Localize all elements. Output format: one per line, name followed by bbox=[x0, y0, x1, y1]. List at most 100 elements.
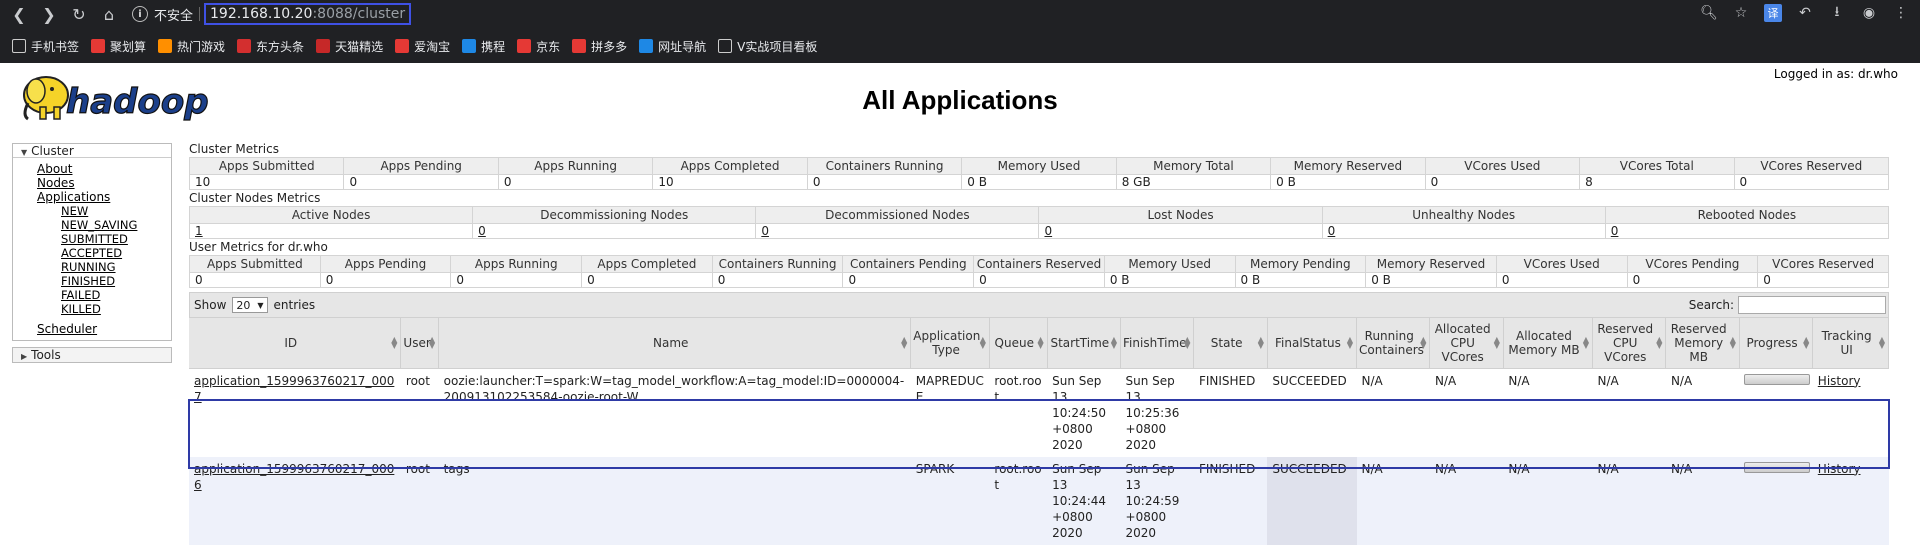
column-header[interactable]: Name ▲ ▼ bbox=[438, 318, 912, 369]
page-size-select[interactable]: 20 ▼ bbox=[232, 297, 268, 313]
metric-header: Apps Pending bbox=[343, 157, 499, 175]
bookmark-favicon-icon bbox=[237, 39, 252, 53]
metric-link[interactable]: 0 bbox=[761, 224, 769, 238]
column-header[interactable]: Allocated Memory MB ▲ ▼ bbox=[1503, 318, 1594, 369]
bookmark-item[interactable]: 京东 bbox=[517, 38, 560, 55]
metric-cell: 0 bbox=[1424, 174, 1581, 190]
bookmark-item[interactable]: V实战项目看板 bbox=[718, 38, 817, 55]
metric-header: Memory Used bbox=[961, 157, 1117, 175]
bookmark-item[interactable]: 天猫精选 bbox=[316, 38, 383, 55]
bookmark-favicon-icon bbox=[639, 39, 654, 53]
translate-icon[interactable]: 译 bbox=[1762, 2, 1784, 24]
column-header[interactable]: FinishTime ▲ ▼ bbox=[1120, 318, 1195, 369]
metric-header: Containers Pending bbox=[842, 255, 975, 273]
bookmark-item[interactable]: 携程 bbox=[462, 38, 505, 55]
cell-tracking: History bbox=[1812, 456, 1889, 545]
history-link[interactable]: History bbox=[1818, 374, 1861, 388]
sidebar-item-applications[interactable]: Applications bbox=[37, 190, 171, 204]
sidebar-state-link[interactable]: KILLED bbox=[61, 302, 171, 316]
metric-link[interactable]: 0 bbox=[1044, 224, 1052, 238]
cell-queue: root.root bbox=[989, 368, 1048, 457]
bookmark-item[interactable]: 手机书签 bbox=[12, 38, 79, 55]
column-header[interactable]: Tracking UI ▲ ▼ bbox=[1812, 318, 1889, 369]
info-icon[interactable]: i bbox=[132, 6, 148, 22]
column-header[interactable]: Running Containers ▲ ▼ bbox=[1356, 318, 1431, 369]
zoom-search-icon[interactable]: 🔍︎ bbox=[1698, 2, 1720, 24]
url-input[interactable]: 192.168.10.20:8088/cluster bbox=[204, 3, 412, 25]
bookmark-item[interactable]: 网址导航 bbox=[639, 38, 706, 55]
cell-user: root bbox=[400, 368, 439, 457]
metric-cell: 0 bbox=[319, 272, 452, 288]
bookmarks-bar: 手机书签 聚划算 热门游戏 东方头条 天猫精选 爱淘宝 携程 京东 拼多多 网址导航 V实战项目看板 bbox=[0, 32, 1920, 60]
sidebar-tools[interactable]: ▶ Tools bbox=[12, 347, 172, 363]
sidebar-state-link[interactable]: ACCEPTED bbox=[61, 246, 171, 260]
progress-bar bbox=[1744, 461, 1811, 473]
bookmark-star-icon[interactable]: ☆ bbox=[1730, 2, 1752, 24]
column-header[interactable]: Allocated CPU VCores ▲ ▼ bbox=[1429, 318, 1504, 369]
bookmark-favicon-icon bbox=[572, 39, 587, 53]
security-label[interactable]: 不安全 bbox=[154, 5, 193, 24]
sidebar-state-link[interactable]: SUBMITTED bbox=[61, 232, 171, 246]
column-header[interactable]: StartTime ▲ ▼ bbox=[1047, 318, 1122, 369]
column-header-label: FinalStatus bbox=[1275, 335, 1341, 350]
sidebar-state-link[interactable]: FAILED bbox=[61, 288, 171, 302]
back-icon[interactable]: ❮ bbox=[6, 1, 32, 27]
sidebar-cluster-header[interactable]: ▼ Cluster bbox=[13, 144, 171, 158]
column-header[interactable]: Application Type ▲ ▼ bbox=[910, 318, 990, 369]
table-row: application_1599963760217_0006 root tags SP… bbox=[189, 456, 1889, 545]
reload-icon[interactable]: ↻ bbox=[66, 1, 92, 27]
sidebar-tools-header[interactable]: ▶ Tools bbox=[13, 348, 171, 362]
column-header[interactable]: FinalStatus ▲ ▼ bbox=[1267, 318, 1358, 369]
sidebar-state-link[interactable]: NEW_SAVING bbox=[61, 218, 171, 232]
undo-icon[interactable]: ↶ bbox=[1794, 2, 1816, 24]
metric-cell: 0 B bbox=[1234, 272, 1367, 288]
table-row: application_1599963760217_0007 root oozie:… bbox=[189, 368, 1889, 457]
bookmark-item[interactable]: 爱淘宝 bbox=[395, 38, 450, 55]
column-header[interactable]: Queue ▲ ▼ bbox=[989, 318, 1048, 369]
user-metrics-title: User Metrics for dr.who bbox=[189, 240, 328, 254]
menu-icon[interactable]: ⋮ bbox=[1890, 2, 1912, 24]
metric-link[interactable]: 0 bbox=[1611, 224, 1619, 238]
app-id-link[interactable]: application_1599963760217_0007 bbox=[194, 374, 394, 404]
bookmark-item[interactable]: 聚划算 bbox=[91, 38, 146, 55]
forward-icon[interactable]: ❯ bbox=[36, 1, 62, 27]
sidebar-item-scheduler[interactable]: Scheduler bbox=[37, 322, 171, 336]
metric-header: VCores Reserved bbox=[1757, 255, 1889, 273]
metric-link[interactable]: 1 bbox=[195, 224, 203, 238]
url-box[interactable]: i 不安全 192.168.10.20:8088/cluster bbox=[132, 2, 412, 26]
sidebar-state-link[interactable]: RUNNING bbox=[61, 260, 171, 274]
show-label: Show bbox=[194, 298, 227, 312]
column-header[interactable]: Reserved Memory MB ▲ ▼ bbox=[1665, 318, 1740, 369]
sidebar-state-link[interactable]: NEW bbox=[61, 204, 171, 218]
history-link[interactable]: History bbox=[1818, 462, 1861, 476]
metric-cell: 0 B bbox=[1103, 272, 1236, 288]
node-metrics-table: Active Nodes Decommissioning Nodes Decommi… bbox=[188, 206, 1890, 239]
metric-cell: 0 bbox=[1604, 223, 1890, 239]
sort-icon: ▲ ▼ bbox=[901, 334, 908, 350]
bookmark-item[interactable]: 东方头条 bbox=[237, 38, 304, 55]
sort-icon: ▲ ▼ bbox=[1493, 334, 1500, 350]
sort-icon: ▲ ▼ bbox=[391, 334, 398, 350]
column-header[interactable]: User ▲ ▼ bbox=[400, 318, 440, 369]
column-header-label: Allocated Memory MB bbox=[1508, 328, 1580, 357]
download-icon[interactable]: ⭳ bbox=[1826, 2, 1848, 24]
metric-header: Containers Running bbox=[806, 157, 963, 175]
sidebar-item-nodes[interactable]: Nodes bbox=[37, 176, 171, 190]
search-input[interactable] bbox=[1738, 296, 1886, 314]
column-header[interactable]: Progress ▲ ▼ bbox=[1739, 318, 1814, 369]
browser-toolbar: 🔍︎ ☆ 译 ↶ ⭳ ◉ ⋮ bbox=[1698, 2, 1912, 24]
metric-link[interactable]: 0 bbox=[1328, 224, 1336, 238]
bookmark-item[interactable]: 热门游戏 bbox=[158, 38, 225, 55]
sidebar-state-link[interactable]: FINISHED bbox=[61, 274, 171, 288]
app-id-link[interactable]: application_1599963760217_0006 bbox=[194, 462, 394, 492]
profile-icon[interactable]: ◉ bbox=[1858, 2, 1880, 24]
column-header[interactable]: ID ▲ ▼ bbox=[189, 318, 402, 369]
column-header[interactable]: Reserved CPU VCores ▲ ▼ bbox=[1592, 318, 1667, 369]
metric-link[interactable]: 0 bbox=[478, 224, 486, 238]
column-header[interactable]: State ▲ ▼ bbox=[1193, 318, 1268, 369]
sidebar-item-about[interactable]: About bbox=[37, 162, 171, 176]
home-icon[interactable]: ⌂ bbox=[96, 1, 122, 27]
sort-icon: ▲ ▼ bbox=[1582, 334, 1590, 350]
bookmark-item[interactable]: 拼多多 bbox=[572, 38, 627, 55]
login-status: Logged in as: dr.who bbox=[1773, 67, 1898, 81]
